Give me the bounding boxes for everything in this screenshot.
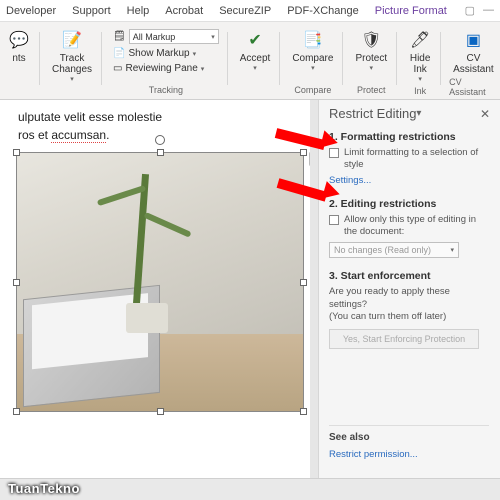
pane-menu-icon[interactable]: ▾ [416,108,421,119]
cv-assistant-icon: ▣ [462,30,484,52]
chevron-down-icon: ▾ [70,76,74,84]
menu-developer[interactable]: Developer [6,5,56,17]
accept-button[interactable]: ✔ Accept ▾ [236,28,275,75]
group-tracking: Tracking [149,85,183,97]
watermark: TuanTekno [8,481,80,496]
accept-icon: ✔ [244,30,266,52]
rotate-handle[interactable] [155,135,165,145]
reviewing-pane-icon: ▭ [113,63,122,74]
section-enforcement: 3. Start enforcement [329,270,490,282]
close-icon[interactable]: ✕ [480,107,490,121]
reviewing-pane-dropdown[interactable]: ▭ Reviewing Pane▾ [110,62,222,75]
limit-formatting-checkbox[interactable]: Limit formatting to a selection of style [329,147,490,172]
compare-icon: 📑 [302,30,324,52]
minimize-icon[interactable]: — [483,4,494,17]
resize-handle[interactable] [13,149,20,156]
group-protect: Protect [357,85,386,97]
protect-button[interactable]: 🛡 Protect ▾ [351,28,391,75]
resize-handle[interactable] [157,408,164,415]
resize-handle[interactable] [300,279,307,286]
resize-handle[interactable] [157,149,164,156]
start-enforcing-button: Yes, Start Enforcing Protection [329,329,479,349]
see-also-heading: See also [329,425,489,443]
comments-button[interactable]: 💬 nts [4,28,34,66]
resize-handle[interactable] [300,408,307,415]
menu-help[interactable]: Help [127,5,150,17]
cv-assistant-button[interactable]: ▣ CV Assistant [449,28,498,77]
resize-handle[interactable] [13,408,20,415]
pane-splitter[interactable] [310,100,318,478]
menu-bar: Developer Support Help Acrobat SecureZIP… [0,0,500,22]
markup-display-dropdown[interactable]: 🗒 All Markup▾ [110,28,222,45]
selected-image[interactable]: ⌒ [16,152,304,412]
compare-button[interactable]: 📑 Compare ▾ [288,28,337,75]
group-cv: CV Assistant [449,77,498,99]
comment-icon: 💬 [8,30,30,52]
menu-support[interactable]: Support [72,5,111,17]
ink-icon: 🖊 [409,30,431,52]
track-changes-button[interactable]: 📝 Track Changes ▾ [48,28,96,86]
markup-icon: 🗒 [113,31,126,42]
resize-handle[interactable] [13,279,20,286]
hide-ink-button[interactable]: 🖊 Hide Ink ▾ [405,28,435,86]
menu-acrobat[interactable]: Acrobat [165,5,203,17]
editing-type-dropdown[interactable]: No changes (Read only)▾ [329,242,459,258]
allow-editing-checkbox[interactable]: Allow only this type of editing in the d… [329,214,490,239]
pane-title: Restrict Editing [329,106,416,121]
settings-link[interactable]: Settings... [329,175,490,186]
show-markup-dropdown[interactable]: 📄 Show Markup▾ [110,47,222,60]
show-markup-icon: 📄 [113,48,125,59]
track-changes-icon: 📝 [61,30,83,52]
protect-icon: 🛡 [360,30,382,52]
checkbox-icon [329,215,339,225]
document-area[interactable]: ulputate velit esse molestie ros et accu… [0,100,310,478]
restrict-permission-link[interactable]: Restrict permission... [329,449,489,460]
ribbon: 💬 nts 📝 Track Changes ▾ 🗒 All Markup▾ 📄 … [0,22,500,100]
menu-securezip[interactable]: SecureZIP [219,5,271,17]
section-formatting: 1. Formatting restrictions [329,131,490,143]
menu-pdfxchange[interactable]: PDF-XChange [287,5,359,17]
resize-handle[interactable] [300,149,307,156]
group-ink: Ink [414,86,426,98]
section-editing: 2. Editing restrictions [329,198,490,210]
restrict-editing-pane: Restrict Editing ▾ ✕ 1. Formatting restr… [318,100,500,478]
ribbon-display-icon[interactable]: ▢ [465,4,475,17]
menu-picture-format[interactable]: Picture Format [375,5,447,17]
group-compare: Compare [294,85,331,97]
checkbox-icon [329,148,339,158]
